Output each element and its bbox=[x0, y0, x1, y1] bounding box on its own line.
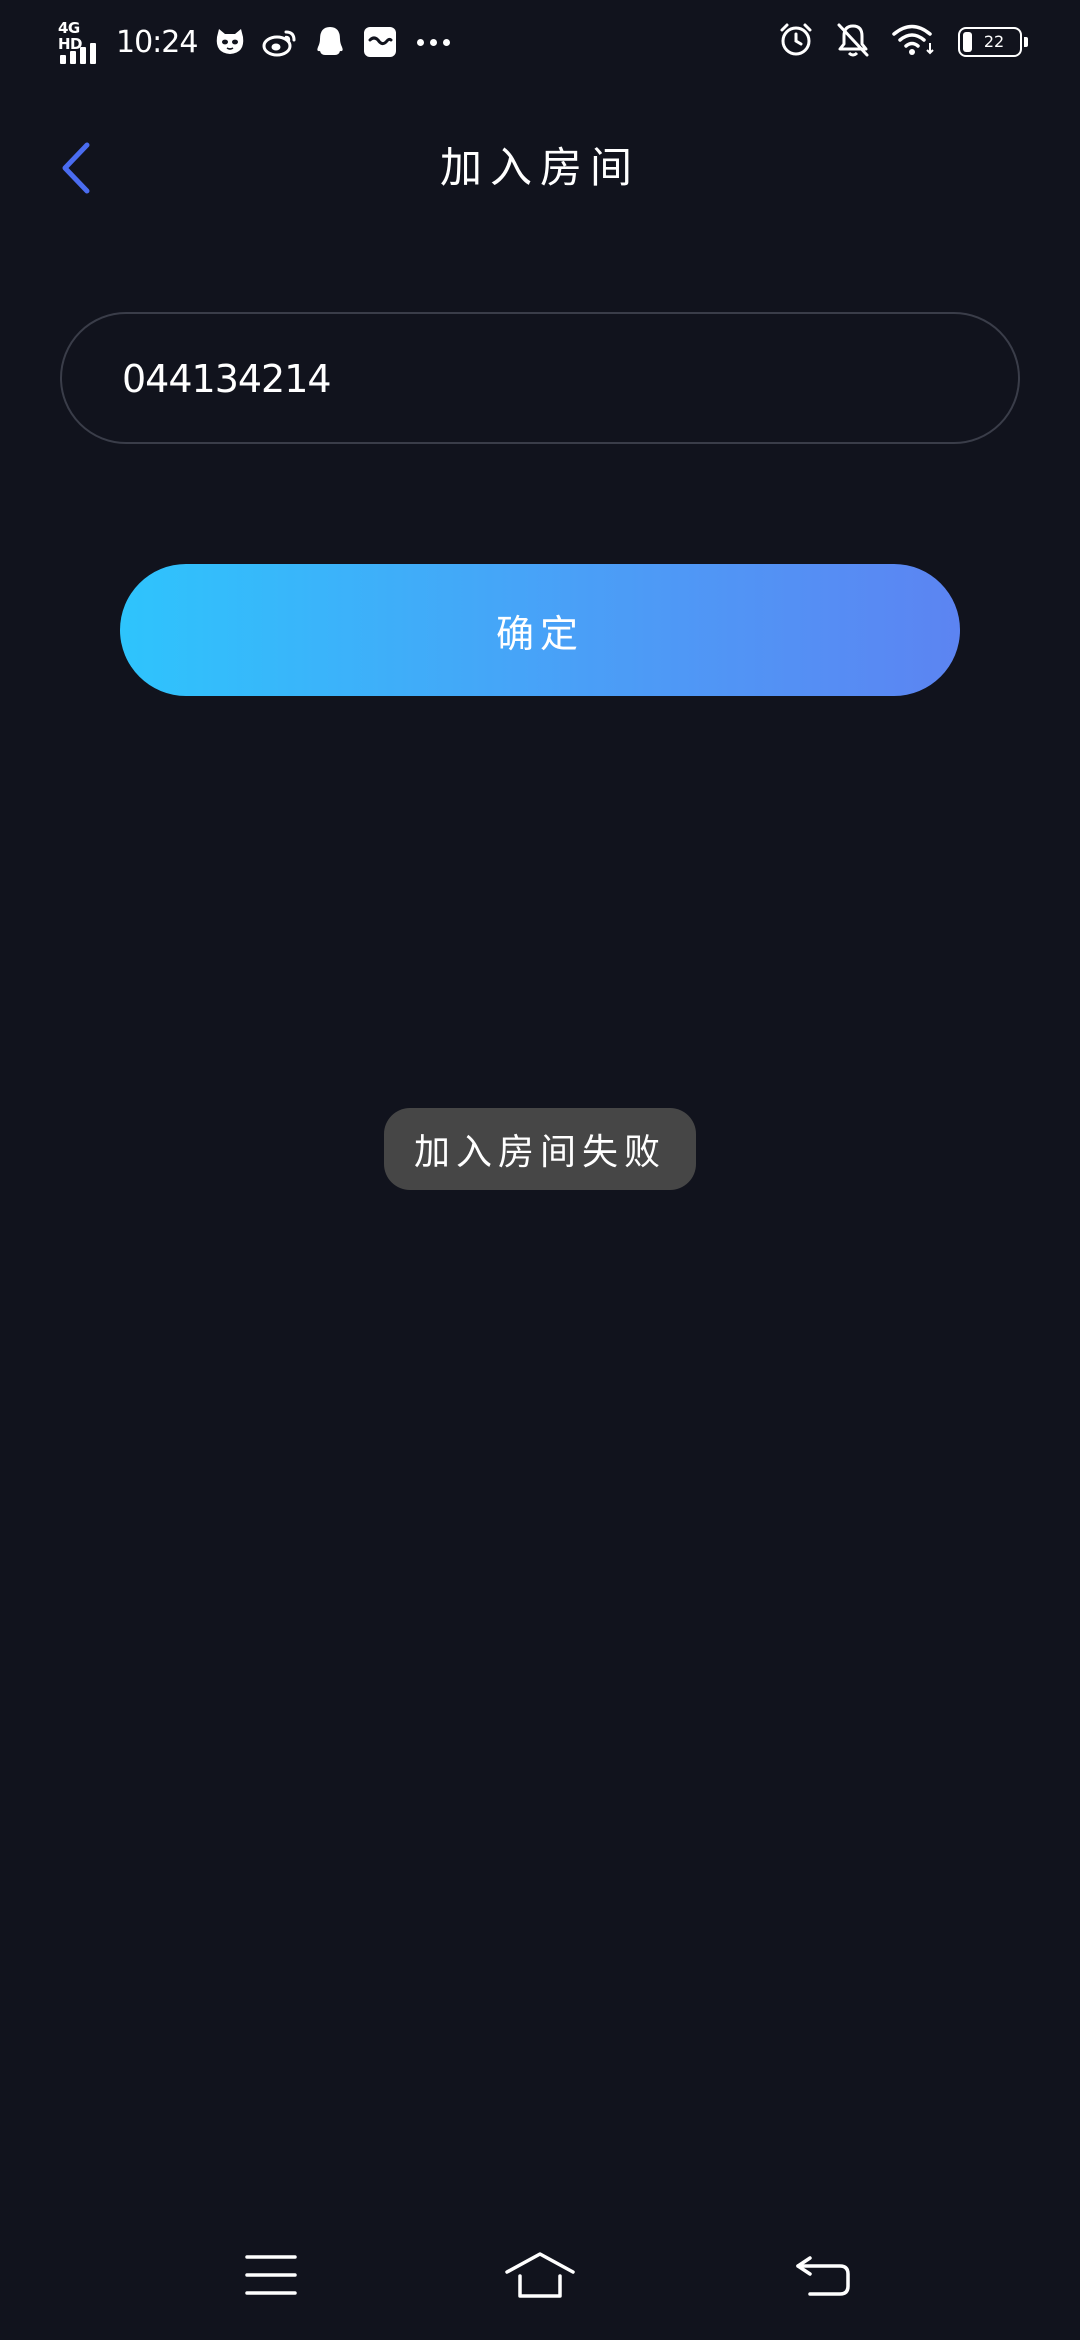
page-header: 加入房间 bbox=[0, 120, 1080, 216]
back-icon bbox=[796, 2256, 850, 2296]
alarm-icon bbox=[778, 22, 814, 62]
nav-home-button[interactable] bbox=[495, 2240, 585, 2310]
system-nav-bar bbox=[0, 2230, 1080, 2326]
status-bar-left: 4G HD 10:24 bbox=[58, 16, 451, 68]
more-notifications-icon bbox=[417, 38, 451, 46]
message-app-icon bbox=[361, 23, 399, 61]
status-bar: 4G HD 10:24 22 bbox=[0, 0, 1080, 84]
battery-icon: 22 bbox=[958, 27, 1028, 57]
battery-level: 22 bbox=[983, 32, 1005, 51]
error-toast: 加入房间失败 bbox=[384, 1108, 696, 1190]
weibo-icon bbox=[261, 23, 299, 61]
home-icon bbox=[505, 2252, 575, 2298]
room-id-input[interactable] bbox=[120, 314, 964, 444]
nav-menu-button[interactable] bbox=[226, 2240, 316, 2310]
nav-back-button[interactable] bbox=[778, 2240, 868, 2310]
qq-penguin-icon bbox=[311, 23, 349, 61]
status-bar-right: 22 bbox=[778, 18, 1028, 66]
cat-app-icon bbox=[211, 23, 249, 61]
confirm-button[interactable]: 确定 bbox=[120, 564, 960, 696]
mute-bell-icon bbox=[836, 22, 870, 62]
status-time: 10:24 bbox=[116, 24, 198, 60]
menu-icon bbox=[245, 2255, 297, 2295]
wifi-icon bbox=[892, 23, 936, 61]
page-title: 加入房间 bbox=[439, 143, 640, 192]
cellular-signal-icon: 4G HD bbox=[58, 20, 106, 64]
room-id-field[interactable] bbox=[60, 312, 1020, 444]
